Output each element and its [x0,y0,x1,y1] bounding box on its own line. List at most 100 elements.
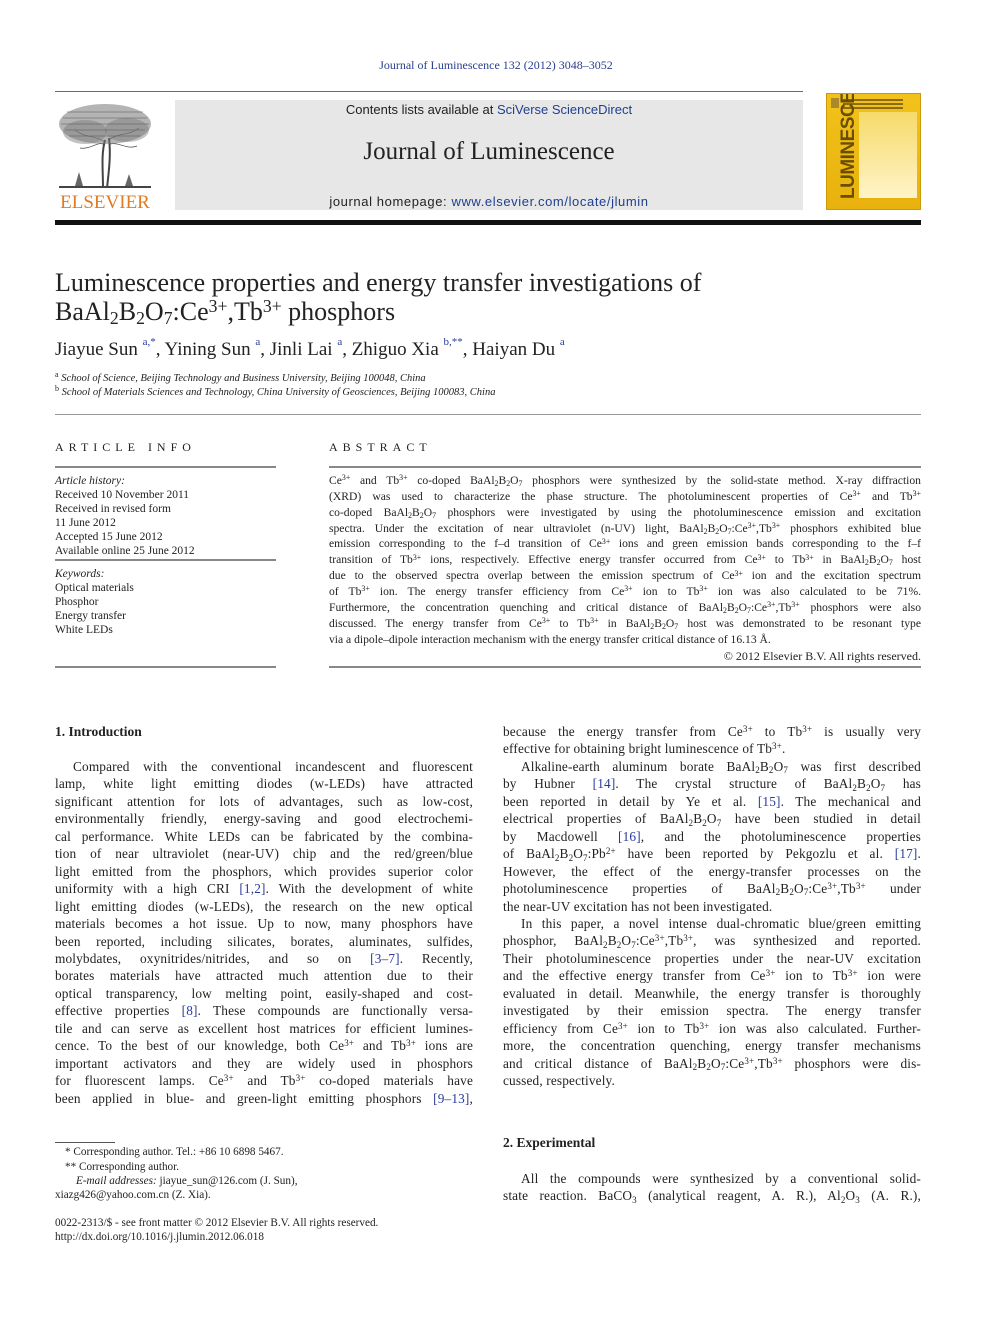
superscript: 3+ [624,584,633,594]
author-affiliation-mark[interactable]: a [560,336,565,348]
subscript: 7 [720,1061,726,1072]
superscript: 3+ [361,584,370,594]
superscript: 3+ [654,933,665,944]
subscript: 2 [419,510,424,520]
subscript: 2 [775,887,781,898]
abstract-line: (XRD) was used to characterize the phase… [329,489,921,503]
section-heading-introduction: 1. Introduction [55,724,142,739]
citation-link[interactable]: [1,2] [239,881,265,896]
affiliation-a: a School of Science, Beijing Technology … [55,371,426,385]
citation-link[interactable]: [9–13] [433,1091,469,1106]
history-item: Received 10 November 2011 [55,489,190,501]
paragraph-line: light emitted from the phosphors, which … [55,863,473,879]
sciencedirect-link[interactable]: SciVerse ScienceDirect [497,102,632,117]
masthead-bottom-rule [55,220,921,225]
superscript: 3+ [772,741,782,752]
paragraph-line: and critical distance of BaAl2B2O7:Ce3+,… [503,1055,922,1072]
keywords-label: Keywords: [55,568,105,580]
elsevier-wordmark[interactable]: ELSEVIER [55,192,155,214]
abstract-line: transition of Tb3+ ions, respectively. E… [329,552,921,568]
paragraph-line: Alkaline-earth aluminum borate BaAl2B2O7… [521,759,921,776]
superscript: 3+ [406,1038,417,1049]
citation-link[interactable]: [14] [593,776,616,791]
subscript: 7 [518,478,523,488]
paragraph-line: cence. To the best of our knowledge, bot… [55,1038,473,1054]
homepage-link[interactable]: www.elsevier.com/locate/jlumin [451,194,648,209]
superscript: 3+ [541,616,551,626]
superscript: 3+ [855,881,866,892]
history-item: Available online 25 June 2012 [55,545,195,557]
subscript: 2 [702,817,707,828]
superscript: 3+ [683,933,694,944]
author[interactable]: Yining Sun a [165,336,261,360]
subscript: 3 [632,1194,637,1205]
abstract-line: co-doped BaAl2B2O7 phosphors were invest… [329,505,921,520]
doi-link[interactable]: http://dx.doi.org/10.1016/j.jlumin.2012.… [55,1230,264,1244]
superscript: 3+ [847,968,858,979]
author-affiliation-mark[interactable]: a [337,336,342,348]
subscript: 2 [852,782,858,793]
superscript: 3+ [734,568,743,578]
paragraph-line: optical transparency, low melting point,… [55,985,473,1001]
footnote-rule [55,1142,115,1143]
subscript: 2 [755,765,760,776]
superscript: 2+ [605,846,616,857]
paragraph-line: lamp, white light emitting diodes (w-LED… [55,776,473,792]
paragraph-line: significant attention for lots of advant… [55,793,473,809]
paragraph-line: been reported in detail by Ye et al. [15… [503,793,922,809]
abstract-line: due to the observed spectra overlap betw… [329,568,922,583]
subscript: 7 [432,510,437,520]
author[interactable]: Jiayue Sun a,* [55,336,156,360]
paragraph-line: been applied in blue- and green-light em… [55,1090,473,1106]
superscript: 3+ [699,1020,710,1031]
subscript: 7 [583,852,588,863]
author[interactable]: Jinli Lai a [270,336,342,360]
author-affiliation-mark[interactable]: b,** [444,336,463,348]
paragraph-line: borates materials have attracted much at… [55,968,473,984]
paragraph-line: effective properties [8]. These compound… [55,1003,473,1019]
subscript: 2 [789,887,794,898]
email-link-sun[interactable]: jiayue_sun@126.com (J. Sun), [159,1175,297,1187]
subscript: 7 [631,939,636,950]
superscript: 3+ [744,1055,755,1066]
subscript: 7 [674,621,679,631]
paragraph-line: cal performance. White LEDs can be fabri… [55,828,473,844]
affiliation-text: School of Materials Sciences and Technol… [61,387,496,398]
title-line-2: BaAl2B2O7:Ce3+,Tb3+ phosphors [55,296,396,329]
author[interactable]: Haiyan Du a [472,336,565,360]
paragraph-line: more, the concentration quenching, energ… [503,1038,921,1054]
superscript: 3+ [223,1073,234,1084]
author-separator: , [155,339,165,360]
author-affiliation-mark[interactable]: a,* [143,336,156,348]
citation-link[interactable]: [16] [618,829,641,844]
subscript: 2 [715,526,720,536]
email-link-xia[interactable]: xiazg426@yahoo.com.cn (Z. Xia). [55,1188,211,1202]
journal-cover-thumbnail[interactable]: LUMINESCENCE [826,93,921,210]
author-list: Jiayue Sun a,*, Yining Sun a, Jinli Lai … [55,336,925,361]
subscript: 2 [768,765,774,776]
author-separator: , [260,339,270,360]
abstract-rule [329,466,921,468]
superscript: 3+ [771,521,781,530]
author-affiliation-mark[interactable]: a [255,336,260,348]
citation-link[interactable]: [8] [182,1003,198,1018]
paragraph-line: been reported, including silicates, bora… [55,933,473,949]
paragraph-line: the near-UV excitation has not been inve… [503,898,773,914]
subscript: 2 [692,1061,698,1072]
citation-link[interactable]: [17] [895,846,918,861]
homepage-prefix: journal homepage: [329,194,452,209]
subscript: 2 [703,526,708,536]
paragraph-line: efficiency from Ce3+ ion to Tb3+ ion was… [503,1020,921,1036]
superscript: 3+ [772,1055,783,1066]
citation-link[interactable]: [3–7] [370,951,400,966]
superscript: 3+ [295,1073,306,1084]
subscript: 7 [803,887,809,898]
superscript: 3+ [590,616,599,626]
author[interactable]: Zhiguo Xia b,** [352,336,463,360]
keyword: Energy transfer [55,610,126,622]
superscript: 3+ [765,968,776,979]
affiliation-text: School of Science, Beijing Technology an… [61,373,426,384]
citation-link[interactable]: [15] [758,794,781,809]
paragraph-line: environmentally friendly, energy-saving … [55,811,473,827]
running-header[interactable]: Journal of Luminescence 132 (2012) 3048–… [0,58,992,73]
